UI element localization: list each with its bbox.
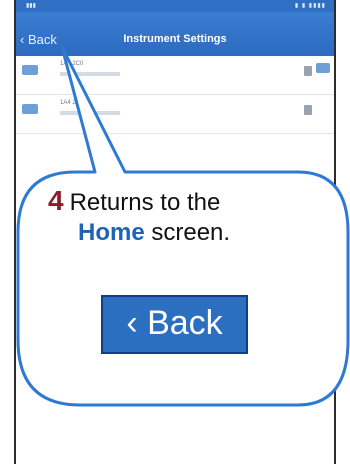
callout-text-a: Returns to the <box>69 189 221 216</box>
step-number: 4 <box>48 185 64 216</box>
home-word: Home <box>78 219 145 246</box>
callout-text-b: screen. <box>151 219 231 246</box>
back-button-illustration: ‹ Back <box>101 295 248 354</box>
callout-line-1: 4 Returns to the <box>48 185 220 217</box>
callout-line-2: Home screen. <box>78 219 230 247</box>
back-button-illustration-label: ‹ Back <box>126 304 223 342</box>
